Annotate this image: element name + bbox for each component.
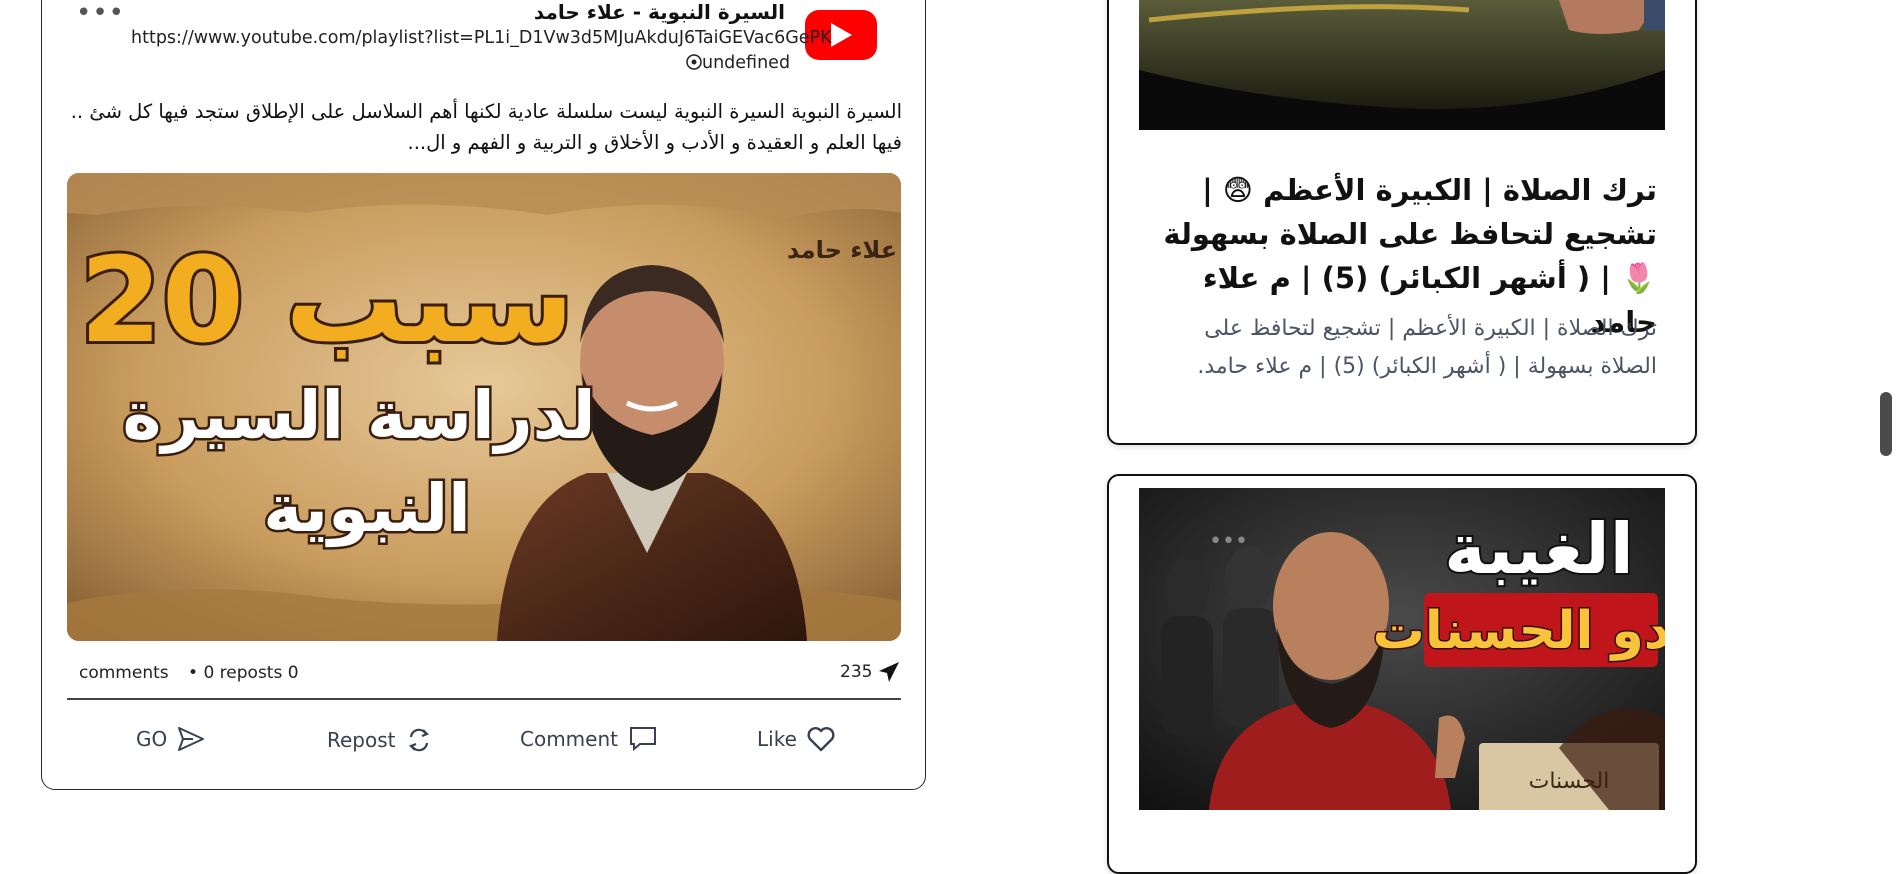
more-options-icon[interactable]: •••	[76, 0, 125, 26]
thumb-logo-text: علاء حامد	[787, 236, 897, 264]
side-video-thumbnail[interactable]	[1139, 0, 1665, 130]
heart-icon	[807, 727, 835, 752]
comments-count[interactable]: comments	[79, 663, 169, 683]
svg-text:•••: •••	[1209, 529, 1248, 554]
comment-button[interactable]: Comment	[520, 726, 658, 752]
globe-icon	[686, 54, 702, 70]
go-button-label: GO	[136, 727, 168, 751]
post-thumbnail[interactable]: علاء حامد سبب 20 لدراسة السيرة النبوية	[67, 173, 901, 641]
side-video-thumbnail-2[interactable]: ••• الحسنات الغيبة عدو الحسنات	[1139, 488, 1665, 810]
thumb2-headline-2: عدو الحسنات	[1373, 601, 1665, 661]
post-link-meta: undefined	[686, 52, 790, 74]
post-description: السيرة النبوية السيرة النبوية ليست سلسلة…	[70, 100, 902, 154]
like-button[interactable]: Like	[757, 726, 835, 752]
send-icon	[178, 727, 205, 751]
thumb-headline-line2: لدراسة السيرة	[123, 377, 596, 454]
go-button[interactable]: GO	[136, 726, 205, 752]
thumb2-headline-1: الغيبة	[1444, 508, 1633, 590]
post-divider	[67, 698, 901, 700]
comment-icon	[630, 727, 656, 752]
thumb-headline-line3: النبوية	[263, 470, 470, 548]
post-link-meta-text: undefined	[702, 53, 791, 73]
views-count: 235	[840, 662, 873, 682]
post-link-url[interactable]: https://www.youtube.com/playlist?list=PL…	[131, 27, 832, 49]
repost-icon	[408, 728, 429, 752]
post-source-title[interactable]: السيرة النبوية - علاء حامد	[534, 0, 785, 24]
like-button-label: Like	[757, 727, 797, 751]
repost-button[interactable]: Repost	[327, 726, 432, 754]
thumb-headline-number: سبب 20	[80, 231, 574, 369]
reposts-count[interactable]: • 0 reposts 0	[188, 663, 299, 683]
repost-button-label: Repost	[327, 728, 396, 752]
paper-plane-icon	[879, 662, 900, 682]
page-scrollbar-thumb[interactable]	[1880, 392, 1892, 456]
post-views: 235	[840, 661, 900, 683]
side-video-description: ترك الصلاة | الكبيرة الأعظم | تشجيع لتحا…	[1197, 316, 1657, 379]
post-stats-left: comments • 0 reposts 0	[79, 663, 299, 683]
comment-button-label: Comment	[520, 727, 618, 751]
